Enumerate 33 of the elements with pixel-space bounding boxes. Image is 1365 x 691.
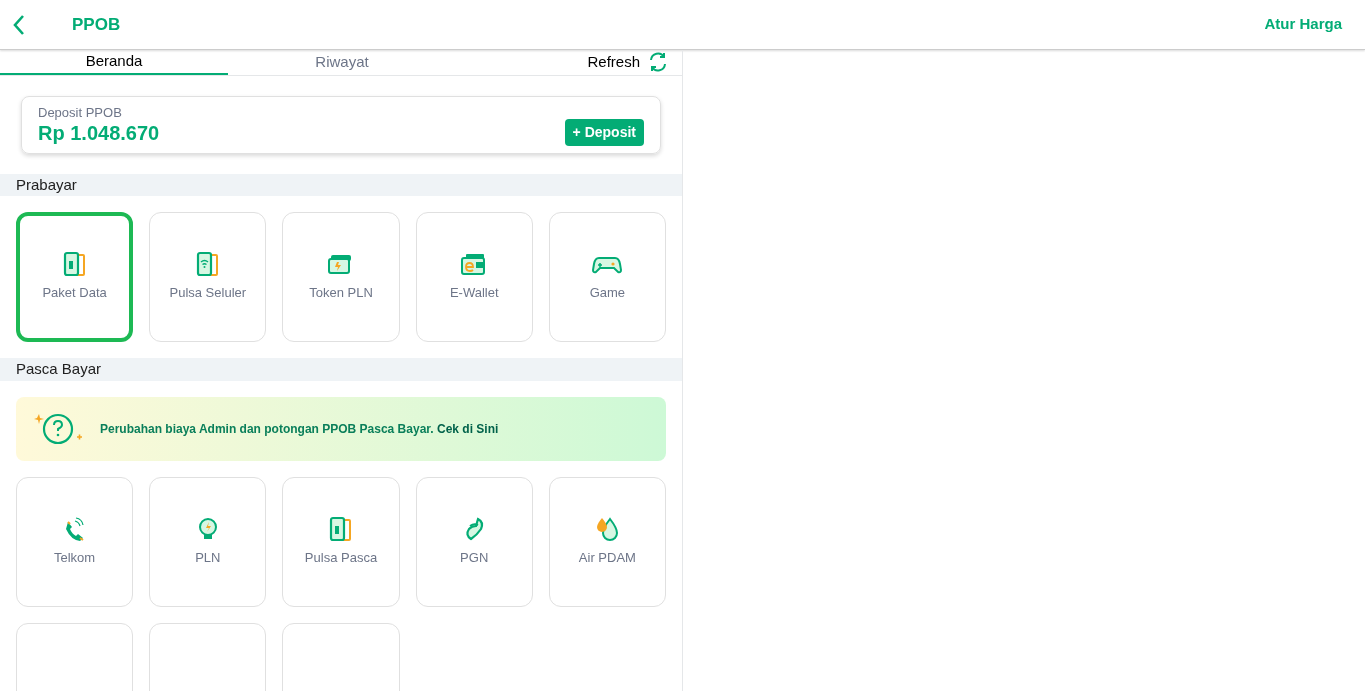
section-header: Pasca Bayar	[0, 358, 682, 381]
deposit-amount: Rp 1.048.670	[38, 120, 160, 145]
category-tile[interactable]: E-Wallet	[415, 212, 533, 342]
category-tile[interactable]: Game	[548, 212, 666, 342]
tile-label: Air PDAM	[578, 548, 636, 567]
category-tile[interactable]: Paket Data	[16, 212, 134, 342]
category-tile[interactable]: Pulsa Seluler	[149, 212, 267, 342]
tile-label: Pulsa Pasca	[304, 548, 378, 567]
category-tile[interactable]: Telkom	[16, 476, 134, 607]
category-tile[interactable]: PLN	[149, 476, 267, 607]
category-tile[interactable]: Pulsa Pasca	[282, 476, 400, 607]
tile-label: PLN	[195, 548, 221, 567]
set-price-link[interactable]: Atur Harga	[1264, 13, 1342, 36]
refresh-icon	[648, 52, 668, 73]
tile-label: E-Wallet	[449, 284, 499, 303]
tile-label: Game	[589, 284, 626, 303]
tile-label: Telkom	[54, 548, 96, 567]
tile-label: Pulsa Seluler	[169, 284, 247, 303]
deposit-label: Deposit PPOB	[38, 104, 123, 121]
section-header: Prabayar	[0, 173, 682, 196]
category-tile[interactable]: PGN	[415, 476, 533, 607]
check-here-link[interactable]: Cek di Sini	[437, 421, 499, 436]
tab[interactable]: Beranda	[0, 50, 228, 75]
page-title: PPOB	[72, 13, 121, 36]
tile-label: Token PLN	[309, 284, 373, 303]
refresh-button[interactable]: Refresh	[587, 50, 668, 75]
deposit-button[interactable]: + Deposit	[564, 119, 644, 146]
category-tile[interactable]: Air PDAM	[548, 476, 666, 607]
category-tile[interactable]: Token PLN	[282, 212, 400, 342]
notice-text: Perubahan biaya Admin dan potongan PPOB Pasca Bayar. Cek di Sini	[100, 420, 499, 438]
tile-label: PGN	[460, 548, 489, 567]
tab[interactable]: Riwayat	[228, 50, 456, 75]
tile-label: Paket Data	[42, 284, 107, 303]
